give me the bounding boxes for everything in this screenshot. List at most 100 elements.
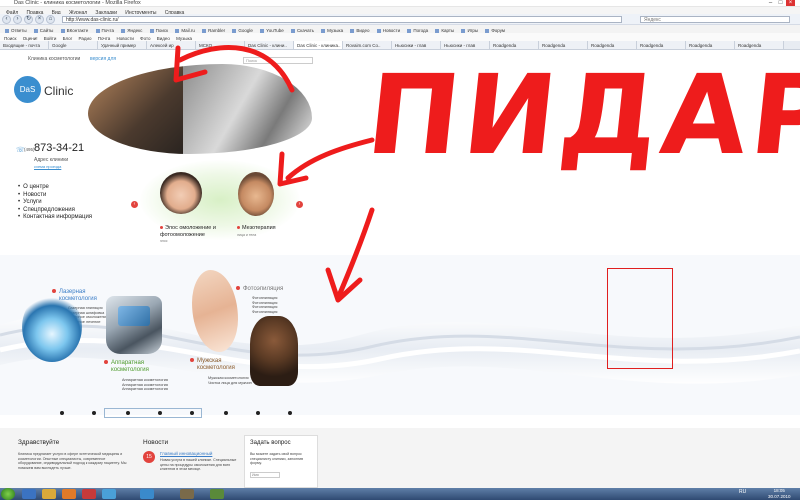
thumbnail-strip: [34, 408, 300, 418]
logo-text[interactable]: Clinic: [44, 84, 73, 98]
minimize-button[interactable]: –: [766, 0, 775, 6]
browser-tab[interactable]: Roadgenda: [539, 41, 588, 49]
hero-banner-image: [88, 64, 312, 154]
carousel-item-sub: элос: [160, 239, 168, 243]
browser-tab[interactable]: Rovaim.com Со..: [343, 41, 392, 49]
service-men-list: Мужская косметология Чистка лица для муж…: [208, 376, 258, 385]
browser-tab[interactable]: Алексей ир: [147, 41, 196, 49]
thumbnail-dot[interactable]: [92, 411, 96, 415]
service-men[interactable]: Мужская косметология: [190, 358, 249, 372]
browser-tab[interactable]: Roadgenda: [686, 41, 735, 49]
back-icon[interactable]: ‹: [2, 15, 11, 24]
window-title-bar: Das Clinic - клиника косметологии - Mozi…: [0, 0, 800, 7]
stop-icon[interactable]: ×: [35, 15, 44, 24]
thumbnail-dot[interactable]: [190, 411, 194, 415]
service-apparatus-list: Аппаратная косметология Аппаратная косме…: [122, 378, 182, 392]
navigation-bar: ‹ › ↻ × ⌂ http://www.das-clinic.ru/ Янде…: [0, 14, 800, 25]
phone-code: (495): [24, 147, 35, 152]
forward-icon[interactable]: ›: [13, 15, 22, 24]
browser-tab[interactable]: МСКО..: [196, 41, 245, 49]
service-photo[interactable]: Фотоэпиляция: [236, 286, 283, 293]
ask-name-input[interactable]: Имя: [250, 472, 280, 478]
thumbnail-selection: [104, 408, 202, 418]
skype-icon[interactable]: [140, 489, 154, 499]
browser-tab[interactable]: Das Clinic - клини..: [245, 41, 294, 49]
browser-tab[interactable]: Google: [49, 41, 98, 49]
bullet-icon: [104, 360, 108, 365]
browser-tab[interactable]: Входящие - почта: [0, 41, 49, 49]
bullet-icon: [237, 226, 240, 230]
carousel-item-mesotherapy[interactable]: Мезотерапия лица и тела: [237, 225, 287, 238]
system-clock[interactable]: 18:05 30.07.2010: [768, 488, 791, 499]
site-search-input[interactable]: Поиск: [243, 57, 313, 64]
home-icon[interactable]: ⌂: [46, 15, 55, 24]
ie-icon[interactable]: [22, 489, 36, 499]
folder-icon[interactable]: [42, 489, 56, 499]
laser-service-image[interactable]: [22, 292, 82, 362]
service-apparatus[interactable]: Аппаратная косметология: [104, 360, 163, 374]
browser-tab[interactable]: Ньюсики - глав: [392, 41, 441, 49]
tab-strip: Входящие - почта Google Удачный пример Алек…: [0, 41, 800, 50]
firefox-icon[interactable]: [62, 489, 76, 499]
service-title: Мужская косметология: [197, 358, 235, 371]
thumbnail-dot[interactable]: [60, 411, 64, 415]
close-window-button[interactable]: ×: [786, 0, 795, 6]
bookmarks-toolbar: Ответы Сайты ВКонтакте Почта Яндекс Поис…: [0, 25, 800, 33]
carousel-item-elos[interactable]: Элос омоложение и фотоомоложение элос: [160, 225, 230, 245]
thumbnail-dot[interactable]: [126, 411, 130, 415]
hero-photo-couple: [88, 64, 183, 154]
url-bar[interactable]: http://www.das-clinic.ru/: [62, 16, 622, 23]
carousel-item-title: Элос омоложение и фотоомоложение: [160, 225, 216, 238]
nav-item-offers[interactable]: Спецпредложения: [18, 207, 92, 215]
site-version-link[interactable]: версия для: [90, 56, 116, 62]
site-slogan: Клиника косметологии: [28, 56, 81, 62]
language-indicator[interactable]: RU: [739, 489, 746, 495]
carousel-next-button[interactable]: ›: [296, 201, 303, 208]
bullet-icon: [160, 226, 163, 230]
carousel-image-elos[interactable]: [160, 172, 202, 214]
carousel-prev-button[interactable]: ‹: [131, 201, 138, 208]
menu-bar: Файл Правка Вид Журнал Закладки Инструме…: [0, 7, 800, 16]
browser-search-input[interactable]: Яндекс: [640, 16, 790, 23]
thumbnail-dot[interactable]: [224, 411, 228, 415]
maximize-button[interactable]: □: [776, 0, 785, 6]
service-link[interactable]: Фотоэпиляция: [252, 310, 302, 315]
browser-tab[interactable]: Roadgenda: [588, 41, 637, 49]
news-text: Новая услуга в нашей клинике. Специальны…: [160, 458, 237, 471]
nav-item-about[interactable]: О центре: [18, 184, 92, 192]
browser-tab[interactable]: Roadgenda: [735, 41, 784, 49]
address-label: Адрес клиники: [34, 157, 69, 163]
phone-number: 873-34-21: [34, 142, 85, 154]
browser-tab[interactable]: Удачный пример: [98, 41, 147, 49]
start-button-icon[interactable]: [1, 488, 15, 500]
map-link[interactable]: схема проезда: [34, 164, 61, 169]
reload-icon[interactable]: ↻: [24, 15, 33, 24]
opera-icon[interactable]: [82, 489, 96, 499]
ask-question-text: Вы можете задать свой вопрос специалисту…: [250, 452, 303, 465]
welcome-heading: Здравствуйте: [18, 439, 60, 446]
nav-item-services[interactable]: Услуги: [18, 199, 92, 207]
service-link[interactable]: Аппаратная косметология: [122, 387, 182, 392]
app-icon[interactable]: [180, 489, 194, 499]
app-icon[interactable]: [102, 489, 116, 499]
welcome-text: Клиника предлагает услуги в сфере эстети…: [18, 452, 127, 470]
news-link[interactable]: Главный инновационный: [160, 451, 212, 456]
browser-tab[interactable]: Ньюсики - глав: [441, 41, 490, 49]
clock-date: 30.07.2010: [768, 493, 791, 499]
ask-question-heading: Задать вопрос: [250, 440, 291, 446]
browser-tab[interactable]: Roadgenda: [637, 41, 686, 49]
browser-tab[interactable]: Das Clinic - клиника..: [294, 41, 343, 49]
bullet-icon: [236, 286, 240, 291]
news-heading: Новости: [143, 439, 169, 446]
browser-tab[interactable]: Roadgenda: [490, 41, 539, 49]
service-link[interactable]: Чистка лица для мужчин: [208, 381, 258, 386]
nav-item-contacts[interactable]: Контактная информация: [18, 214, 92, 222]
thumbnail-dot[interactable]: [288, 411, 292, 415]
nav-item-news[interactable]: Новости: [18, 192, 92, 200]
carousel-image-mesotherapy[interactable]: [238, 172, 274, 216]
addon-toolbar: Поиск Оцени! Войти Блог Радио Почта Ново…: [0, 33, 800, 41]
thumbnail-dot[interactable]: [256, 411, 260, 415]
logo-icon[interactable]: DaS: [14, 76, 41, 103]
thumbnail-dot[interactable]: [158, 411, 162, 415]
app-icon[interactable]: [210, 489, 224, 499]
